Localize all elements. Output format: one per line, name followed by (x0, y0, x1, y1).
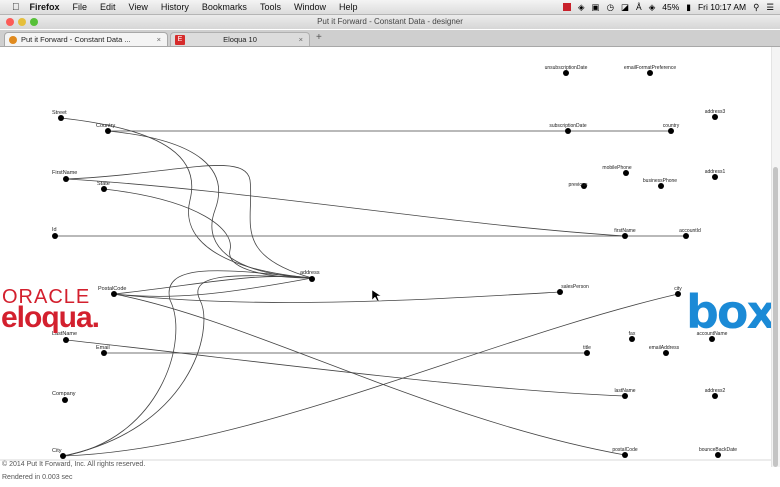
field-label: emailAddress (649, 345, 680, 351)
mapping-line (62, 270, 313, 457)
menu-view[interactable]: View (129, 2, 148, 12)
mapping-line (65, 178, 626, 237)
mapping-line (103, 188, 313, 279)
mapping-line (60, 117, 313, 279)
field-dot (309, 276, 315, 282)
spotlight-search-icon[interactable]: ⚲ (753, 2, 759, 13)
field-dot (62, 397, 68, 403)
mapping-line (113, 291, 561, 303)
field-label: State (97, 181, 110, 187)
mouse-cursor-icon (371, 289, 382, 303)
designer-canvas[interactable]: Street Country FirstName State Id Postal… (0, 47, 780, 487)
battery-status[interactable]: 45% (662, 2, 679, 12)
menu-window[interactable]: Window (294, 2, 326, 12)
box-logo: box (686, 285, 776, 339)
eloqua-favicon-icon: E (175, 35, 185, 45)
right-field-labels: unsubscriptionDate emailFormatPreference… (545, 65, 738, 453)
mapping-line (65, 339, 626, 397)
menu-bookmarks[interactable]: Bookmarks (202, 2, 247, 12)
volume-icon[interactable]: ◪ (621, 2, 629, 13)
field-label: emailFormatPreference (624, 65, 676, 71)
left-field-dots (52, 115, 315, 459)
field-label: Id (52, 227, 57, 233)
field-label: Street (52, 110, 67, 116)
wifi-icon[interactable]: ◈ (649, 2, 656, 13)
mapping-lines (55, 117, 686, 457)
field-label: City (52, 448, 62, 454)
menu-file[interactable]: File (73, 2, 88, 12)
mapping-line (113, 277, 313, 297)
field-label: country (663, 123, 680, 129)
battery-icon: ▮ (686, 1, 691, 12)
field-label: address2 (705, 388, 726, 394)
tab-bar: Put it Forward - Constant Data ... × E E… (0, 30, 780, 47)
close-tab-icon[interactable]: × (157, 33, 161, 47)
field-label: title (583, 345, 591, 351)
window-title: Put it Forward - Constant Data - designe… (317, 17, 463, 26)
status-app-icon[interactable] (563, 3, 571, 11)
menu-tools[interactable]: Tools (260, 2, 281, 12)
field-label: PostalCode (98, 286, 126, 292)
field-label: subscriptionDate (549, 123, 586, 129)
zoom-window-button[interactable] (30, 18, 38, 26)
field-label: address (300, 270, 320, 276)
close-window-button[interactable] (6, 18, 14, 26)
field-label: businessPhone (643, 178, 677, 184)
field-label: mobilePhone (602, 165, 631, 171)
minimize-window-button[interactable] (18, 18, 26, 26)
scrollbar-thumb[interactable] (773, 167, 778, 467)
menu-help[interactable]: Help (339, 2, 358, 12)
apple-menu-icon[interactable]:  (12, 2, 20, 13)
render-time-text: Rendered in 0.003 sec (2, 474, 73, 481)
field-mapping-diagram[interactable]: Street Country FirstName State Id Postal… (0, 47, 780, 487)
field-label: fax (629, 331, 636, 337)
left-field-labels: Street Country FirstName State Id Postal… (52, 110, 320, 454)
field-label: accountId (679, 228, 701, 234)
field-label: postalCode (612, 447, 638, 453)
field-dot (63, 337, 69, 343)
field-label: bounceBackDate (699, 447, 737, 453)
menu-edit[interactable]: Edit (100, 2, 116, 12)
field-dot (63, 176, 69, 182)
field-label: Country (96, 123, 116, 129)
field-label: unsubscriptionDate (545, 65, 588, 71)
bluetooth-icon[interactable]: Å (636, 2, 642, 12)
mapping-line (107, 130, 313, 279)
clock[interactable]: Fri 10:17 AM (698, 2, 746, 12)
copyright-text: © 2014 Put It Forward, Inc. All rights r… (2, 461, 146, 468)
macos-menubar:  Firefox File Edit View History Bookmar… (0, 0, 780, 15)
display-icon[interactable]: ▣ (592, 2, 600, 13)
field-label: city (674, 286, 682, 292)
tab-label: Eloqua 10 (223, 35, 257, 44)
evernote-icon[interactable]: ◈ (578, 2, 585, 13)
field-label: previous (569, 182, 588, 188)
firefox-favicon-icon (9, 36, 17, 44)
tab-eloqua-10[interactable]: E Eloqua 10 × (170, 32, 310, 46)
field-label: firstName (614, 228, 636, 234)
vertical-scrollbar[interactable] (771, 47, 780, 467)
field-label: address3 (705, 109, 726, 115)
field-label: FirstName (52, 170, 77, 176)
field-label: address1 (705, 169, 726, 175)
new-tab-button[interactable]: + (316, 32, 322, 43)
menu-history[interactable]: History (161, 2, 189, 12)
window-titlebar: Put it Forward - Constant Data - designe… (0, 15, 780, 29)
eloqua-logo: eloqua. (1, 301, 100, 334)
field-dot (52, 233, 58, 239)
tab-put-it-forward[interactable]: Put it Forward - Constant Data ... × (4, 32, 168, 46)
field-label: salesPerson (561, 284, 589, 290)
tab-label: Put it Forward - Constant Data ... (21, 35, 131, 44)
field-label: Company (52, 391, 76, 397)
time-machine-icon[interactable]: ◷ (607, 2, 614, 13)
notification-center-icon[interactable]: ☰ (766, 2, 774, 13)
field-label: Email (96, 345, 110, 351)
close-tab-icon[interactable]: × (299, 33, 303, 47)
field-label: lastName (614, 388, 635, 394)
menu-app-firefox[interactable]: Firefox (30, 2, 60, 12)
